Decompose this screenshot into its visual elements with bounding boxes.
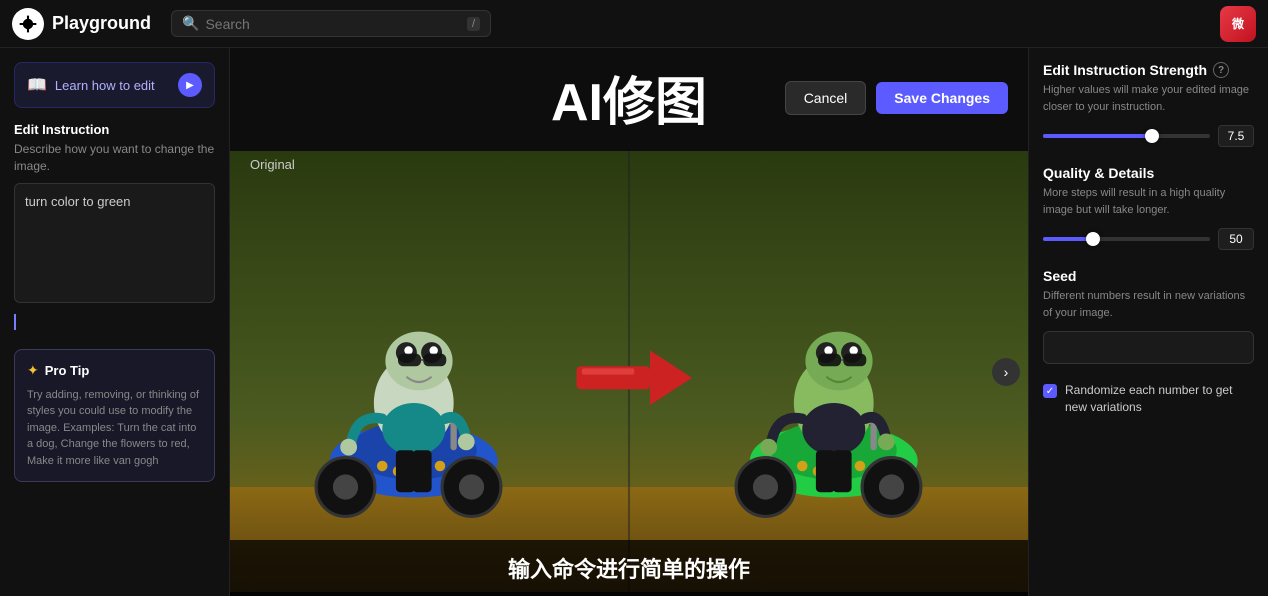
- pro-tip-title: Pro Tip: [45, 363, 90, 378]
- cancel-button[interactable]: Cancel: [785, 81, 867, 115]
- save-changes-button[interactable]: Save Changes: [876, 82, 1008, 114]
- edit-instruction-section: Edit Instruction Describe how you want t…: [14, 122, 215, 335]
- strength-title: Edit Instruction Strength: [1043, 62, 1207, 78]
- strength-info-icon[interactable]: ?: [1213, 62, 1229, 78]
- quality-slider-thumb: [1086, 232, 1100, 246]
- randomize-label: Randomize each number to get new variati…: [1065, 382, 1254, 416]
- quality-desc: More steps will result in a high quality…: [1043, 185, 1254, 218]
- quality-title: Quality & Details: [1043, 165, 1154, 181]
- quality-section: Quality & Details More steps will result…: [1043, 165, 1254, 250]
- nav-logo: Playground: [12, 8, 151, 40]
- header-actions: Cancel Save Changes: [785, 81, 1008, 115]
- randomize-checkbox[interactable]: ✓: [1043, 384, 1057, 398]
- checkmark-icon: ✓: [1046, 386, 1054, 397]
- search-bar[interactable]: 🔍 /: [171, 10, 491, 37]
- quality-slider-container: 50: [1043, 228, 1254, 250]
- strength-slider-thumb: [1145, 129, 1159, 143]
- center-header: AI修图 Cancel Save Changes: [230, 48, 1028, 147]
- strength-desc: Higher values will make your edited imag…: [1043, 82, 1254, 115]
- play-icon: ▶: [178, 73, 202, 97]
- pro-tip-text: Try adding, removing, or thinking of sty…: [27, 387, 202, 470]
- strength-value: 7.5: [1218, 125, 1254, 147]
- edit-instruction-desc: Describe how you want to change the imag…: [14, 141, 215, 175]
- frog-image-canvas: [230, 147, 1028, 596]
- strength-slider-fill: [1043, 134, 1152, 138]
- image-area: Original: [230, 147, 1028, 596]
- randomize-row: ✓ Randomize each number to get new varia…: [1043, 382, 1254, 416]
- left-sidebar: 📖 Learn how to edit ▶ Edit Instruction D…: [0, 48, 230, 596]
- page-title: AI修图: [551, 60, 707, 135]
- center-content: AI修图 Cancel Save Changes Original: [230, 48, 1028, 596]
- strength-slider-container: 7.5: [1043, 125, 1254, 147]
- search-input[interactable]: [205, 16, 461, 32]
- subtitle-text: 输入命令进行简单的操作: [508, 557, 750, 582]
- cursor-indicator: [14, 314, 16, 330]
- seed-title: Seed: [1043, 268, 1076, 284]
- search-shortcut: /: [467, 17, 480, 31]
- search-icon: 🔍: [182, 15, 199, 32]
- scene-svg: [230, 147, 1028, 596]
- nav-right: 微: [1220, 6, 1256, 42]
- top-nav: Playground 🔍 / 微: [0, 0, 1268, 48]
- right-sidebar: Edit Instruction Strength ? Higher value…: [1028, 48, 1268, 596]
- book-icon: 📖: [27, 75, 47, 95]
- seed-section: Seed Different numbers result in new var…: [1043, 268, 1254, 364]
- learn-btn-label: Learn how to edit: [55, 78, 155, 93]
- quality-value: 50: [1218, 228, 1254, 250]
- strength-slider-track[interactable]: [1043, 134, 1210, 138]
- subtitle-overlay: 输入命令进行简单的操作: [230, 540, 1028, 596]
- pro-tip-card: ✦ Pro Tip Try adding, removing, or think…: [14, 349, 215, 483]
- avatar[interactable]: 微: [1220, 6, 1256, 42]
- logo-text: Playground: [52, 13, 151, 34]
- main-layout: 📖 Learn how to edit ▶ Edit Instruction D…: [0, 48, 1268, 596]
- learn-how-to-edit-button[interactable]: 📖 Learn how to edit ▶: [14, 62, 215, 108]
- edit-instruction-input[interactable]: turn color to green: [14, 183, 215, 303]
- logo-icon: [12, 8, 44, 40]
- strength-section: Edit Instruction Strength ? Higher value…: [1043, 62, 1254, 147]
- seed-desc: Different numbers result in new variatio…: [1043, 288, 1254, 321]
- seed-input[interactable]: [1043, 331, 1254, 364]
- quality-slider-track[interactable]: [1043, 237, 1210, 241]
- star-icon: ✦: [27, 362, 39, 379]
- next-arrow-button[interactable]: ›: [992, 358, 1020, 386]
- original-label: Original: [250, 157, 295, 172]
- edit-instruction-title: Edit Instruction: [14, 122, 215, 137]
